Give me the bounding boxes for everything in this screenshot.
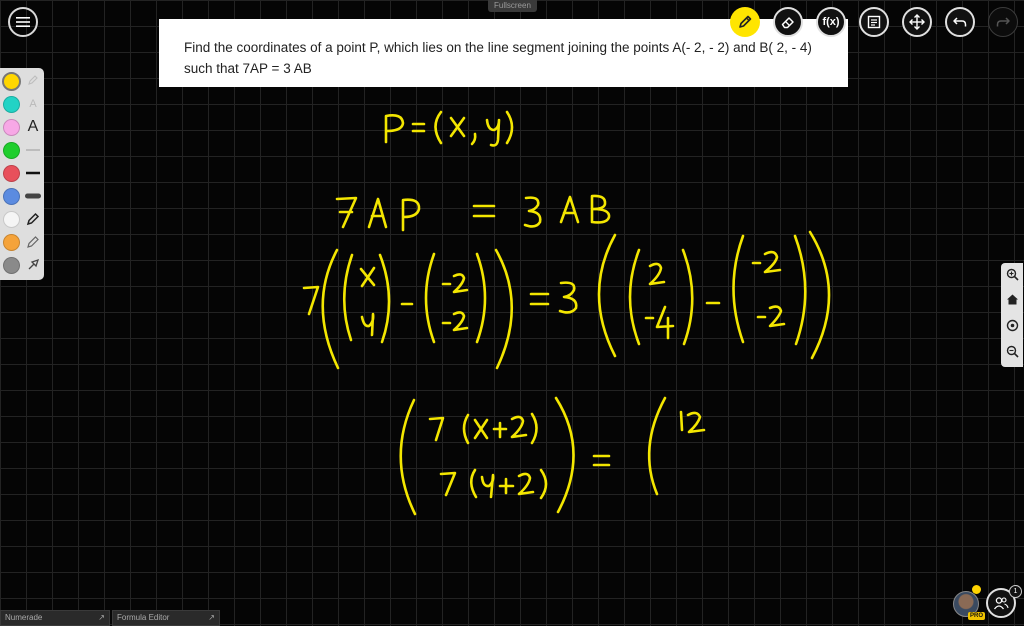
handwritten-line-3 xyxy=(302,230,831,370)
handwriting-canvas xyxy=(302,110,831,516)
eraser-tool-button[interactable] xyxy=(773,7,803,37)
highlighter-tool[interactable] xyxy=(24,233,42,251)
move-tool-button[interactable] xyxy=(902,7,932,37)
color-swatch-gray[interactable] xyxy=(3,257,20,274)
zoom-controls xyxy=(1001,263,1023,367)
undo-icon xyxy=(953,17,967,27)
marker-icon xyxy=(26,212,40,226)
color-swatch-green[interactable] xyxy=(3,142,20,159)
pencil-icon xyxy=(739,15,752,28)
color-palette: A A xyxy=(0,68,44,280)
color-swatch-pink[interactable] xyxy=(3,119,20,136)
slides-button[interactable] xyxy=(859,7,889,37)
formula-label: f(x) xyxy=(822,16,840,28)
numerade-tab-label: Numerade xyxy=(5,613,43,622)
fill-tool[interactable] xyxy=(24,256,42,274)
medium-line-icon xyxy=(26,171,40,175)
zoom-in-button[interactable] xyxy=(1004,266,1020,282)
mode-badge[interactable]: Fullscreen xyxy=(488,0,537,12)
color-swatch-blue[interactable] xyxy=(3,188,20,205)
users-icon xyxy=(993,597,1009,610)
handwritten-line-1 xyxy=(384,110,514,147)
center-view-button[interactable] xyxy=(1004,317,1020,333)
medium-line-tool[interactable] xyxy=(24,164,42,182)
text-small-label: A xyxy=(29,98,37,110)
thin-line-tool[interactable] xyxy=(24,141,42,159)
pen-small-icon xyxy=(28,75,38,85)
color-swatch-red[interactable] xyxy=(3,165,20,182)
text-small-tool[interactable]: A xyxy=(24,95,42,113)
numerade-tab[interactable]: Numerade ↗ xyxy=(0,610,110,626)
text-large-tool[interactable]: A xyxy=(24,118,42,136)
color-swatch-cyan[interactable] xyxy=(3,96,20,113)
marker-tool[interactable] xyxy=(24,210,42,228)
undo-button[interactable] xyxy=(945,7,975,37)
redo-button[interactable] xyxy=(988,7,1018,37)
formula-editor-tab-label: Formula Editor xyxy=(117,613,170,622)
color-swatch-white[interactable] xyxy=(3,211,20,228)
expand-arrow-icon: ↗ xyxy=(208,613,215,622)
question-text: Find the coordinates of a point P, which… xyxy=(184,40,812,76)
target-icon xyxy=(1006,319,1018,331)
highlighter-icon xyxy=(27,236,39,248)
move-arrows-icon xyxy=(909,14,925,30)
slides-icon xyxy=(867,15,881,29)
color-swatch-yellow[interactable] xyxy=(2,72,21,91)
thick-line-tool[interactable] xyxy=(24,187,42,205)
expand-arrow-icon: ↗ xyxy=(98,613,105,622)
home-button[interactable] xyxy=(1004,291,1020,307)
home-icon xyxy=(1006,294,1018,304)
formula-button[interactable]: f(x) xyxy=(816,7,846,37)
formula-editor-tab[interactable]: Formula Editor ↗ xyxy=(112,610,220,626)
handwritten-line-4 xyxy=(399,396,706,516)
thin-line-icon xyxy=(26,149,40,151)
zoom-out-icon xyxy=(1006,345,1019,358)
eraser-icon xyxy=(781,17,794,29)
text-large-label: A xyxy=(27,118,39,135)
participant-count-badge: 1 xyxy=(1009,585,1022,598)
handwritten-line-2 xyxy=(335,194,611,232)
pen-size-tool[interactable] xyxy=(24,71,42,89)
pro-badge: PRO xyxy=(968,612,986,620)
thick-line-icon xyxy=(25,193,41,199)
pen-tool-button[interactable] xyxy=(730,7,760,37)
zoom-in-icon xyxy=(1006,268,1019,281)
redo-icon xyxy=(996,17,1010,27)
zoom-out-button[interactable] xyxy=(1004,343,1020,359)
live-status-dot xyxy=(972,585,981,594)
menu-button[interactable] xyxy=(8,7,38,37)
color-swatch-orange[interactable] xyxy=(3,234,20,251)
paint-brush-icon xyxy=(28,258,40,270)
hamburger-icon xyxy=(16,17,30,27)
